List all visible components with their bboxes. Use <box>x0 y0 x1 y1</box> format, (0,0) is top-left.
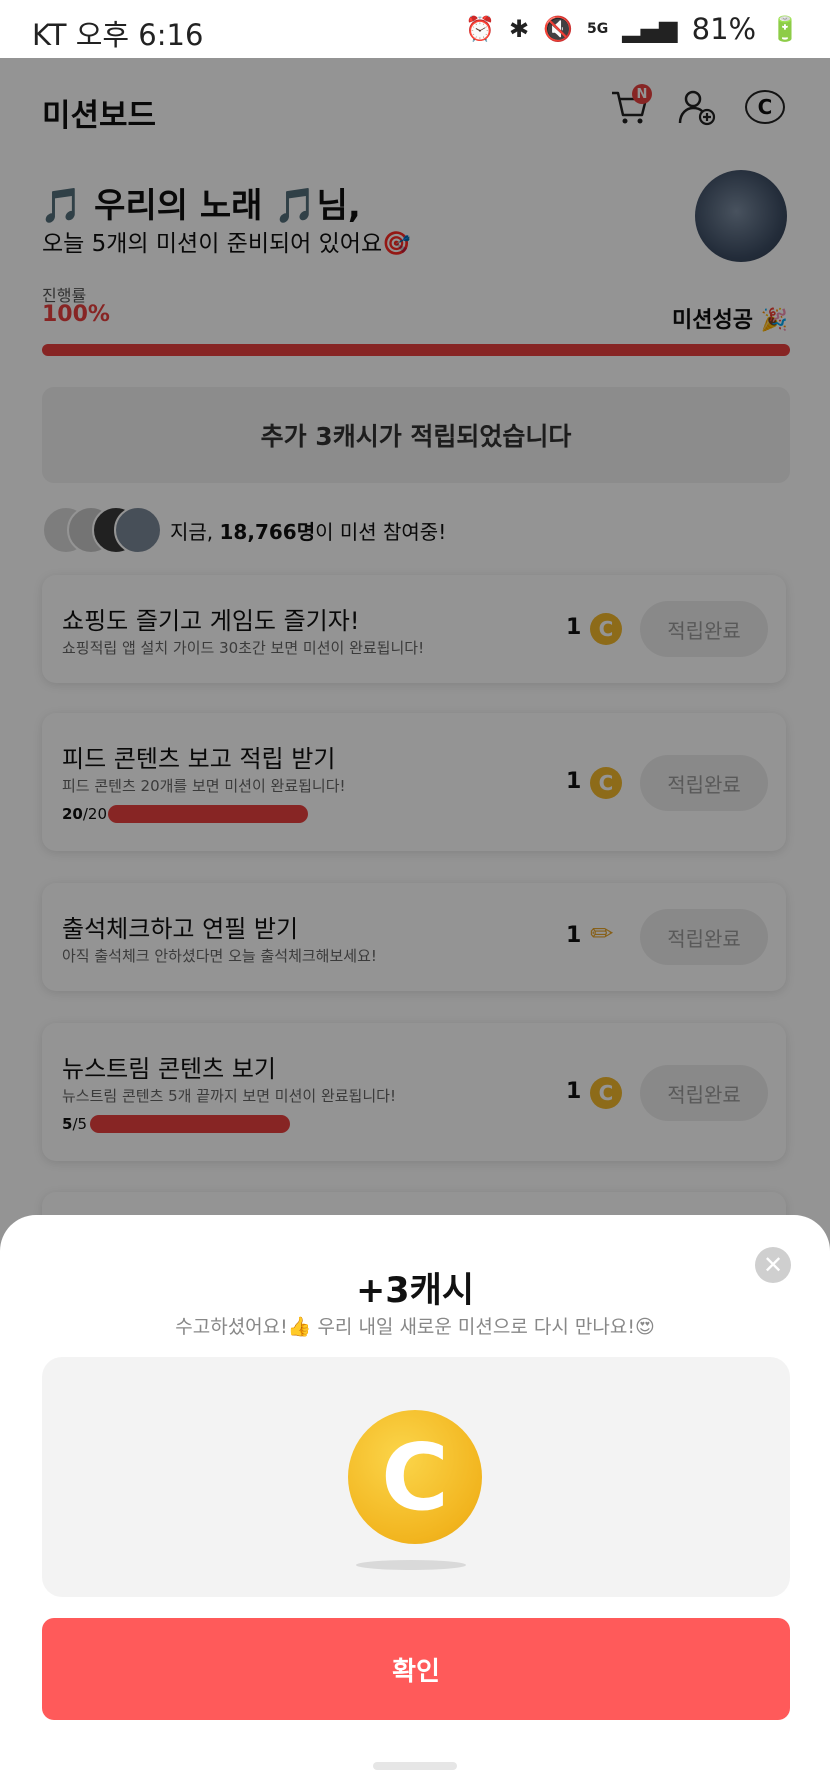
alarm-icon: ⏰ <box>465 15 496 43</box>
carrier-time: KT 오후 6:16 <box>32 18 204 52</box>
coin-icon: C <box>348 1410 482 1544</box>
battery-percent: 81% <box>691 12 757 46</box>
confirm-button[interactable]: 확인 <box>42 1618 790 1720</box>
bluetooth-icon: ✱ <box>509 15 530 43</box>
status-bar: KT 오후 6:16 ⏰ ✱ 🔇 5G ▂▄▆ 81% 🔋 <box>0 0 830 58</box>
reward-title: +3캐시 <box>355 1271 475 1311</box>
battery-icon: 🔋 <box>770 15 800 43</box>
home-indicator[interactable] <box>373 1762 457 1770</box>
signal-icon: ▂▄▆ <box>622 15 678 43</box>
coin-shadow <box>356 1560 466 1570</box>
status-icons: ⏰ ✱ 🔇 5G ▂▄▆ 81% 🔋 <box>465 12 800 46</box>
network-icon: 5G <box>587 21 609 37</box>
mute-icon: 🔇 <box>543 15 574 43</box>
reward-subtitle: 수고하셨어요!👍 우리 내일 새로운 미션으로 다시 만나요!😍 <box>175 1316 655 1338</box>
